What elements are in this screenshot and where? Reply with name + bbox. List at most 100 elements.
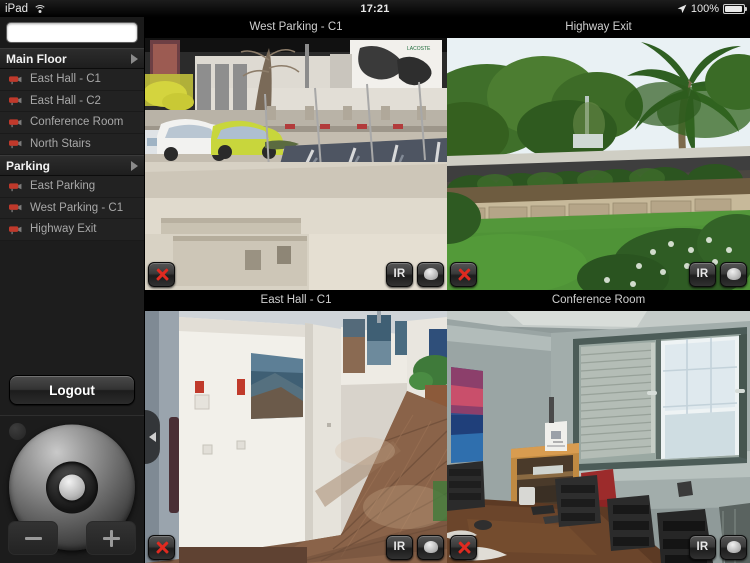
- group-label: Parking: [6, 158, 51, 173]
- video-controls-right: IR: [386, 261, 444, 287]
- camera-icon: [9, 226, 22, 234]
- group-header-main-floor[interactable]: Main Floor: [0, 48, 144, 69]
- video-controls-right: IR: [689, 261, 747, 287]
- record-button[interactable]: [417, 534, 444, 560]
- ptz-joystick-well: [46, 460, 98, 513]
- video-title: Conference Room: [447, 290, 750, 311]
- search-input[interactable]: [6, 22, 138, 43]
- video-cell-conference-room[interactable]: Conference Room IR: [447, 290, 750, 563]
- video-controls-right: IR: [386, 534, 444, 560]
- ir-button[interactable]: IR: [689, 261, 716, 287]
- video-stream-west-parking-c1[interactable]: LACOSTE: [145, 38, 447, 290]
- video-cell-east-hall-c1[interactable]: East Hall - C1 IR: [145, 290, 447, 563]
- sidebar: Main Floor East Hall - C1 East Hall - C2: [0, 17, 145, 563]
- wifi-icon: [33, 4, 47, 14]
- panel-collapse-handle[interactable]: [145, 410, 160, 464]
- sidebar-item-label: East Hall - C2: [30, 94, 101, 107]
- video-controls-west-parking-c1: IR: [145, 260, 447, 290]
- status-bar-left: iPad: [0, 3, 200, 15]
- zoom-controls: [8, 519, 136, 557]
- chevron-left-icon: [149, 432, 156, 442]
- camera-icon: [9, 119, 22, 127]
- sidebar-item-west-parking-c1[interactable]: West Parking - C1: [0, 197, 144, 219]
- camera-icon: [9, 76, 22, 84]
- video-stream-conference-room[interactable]: [447, 311, 750, 563]
- sidebar-item-conference-room[interactable]: Conference Room: [0, 112, 144, 134]
- ir-button[interactable]: IR: [689, 534, 716, 560]
- camera-tree: Main Floor East Hall - C1 East Hall - C2: [0, 48, 144, 241]
- video-grid: West Parking - C1 LACOSTE IR Highway Exi…: [145, 17, 750, 563]
- video-cell-highway-exit[interactable]: Highway Exit IR: [447, 17, 750, 290]
- minus-icon: [24, 530, 42, 547]
- ptz-joystick-panel: [0, 415, 144, 563]
- ptz-indicator-dot: [9, 423, 26, 440]
- video-controls-east-hall-c1: IR: [145, 533, 447, 563]
- video-frame-parking-lot: LACOSTE: [145, 38, 447, 290]
- location-arrow-icon: [677, 4, 687, 13]
- group-header-parking[interactable]: Parking: [0, 155, 144, 176]
- video-title: West Parking - C1: [145, 17, 447, 38]
- sidebar-spacer: [0, 240, 144, 367]
- status-bar: iPad 17:21 100%: [0, 0, 750, 17]
- record-button[interactable]: [720, 261, 747, 287]
- battery-icon: [723, 3, 747, 14]
- sidebar-item-north-stairs[interactable]: North Stairs: [0, 133, 144, 155]
- status-bar-time: 17:21: [360, 2, 390, 15]
- close-icon: [155, 267, 169, 281]
- video-controls-conference-room: IR: [447, 533, 750, 563]
- sidebar-item-label: East Parking: [30, 180, 96, 193]
- video-controls-highway-exit: IR: [447, 260, 750, 290]
- record-button[interactable]: [417, 261, 444, 287]
- close-button[interactable]: [148, 534, 175, 560]
- record-icon: [423, 541, 438, 553]
- video-stream-highway-exit[interactable]: [447, 38, 750, 290]
- chevron-right-icon: [131, 160, 138, 171]
- sidebar-item-east-hall-c2[interactable]: East Hall - C2: [0, 90, 144, 112]
- plus-icon: [102, 529, 120, 547]
- close-button[interactable]: [148, 261, 175, 287]
- record-icon: [423, 268, 438, 280]
- device-name: iPad: [5, 2, 29, 15]
- zoom-in-button[interactable]: [86, 521, 136, 555]
- close-icon: [457, 267, 471, 281]
- close-icon: [457, 540, 471, 554]
- video-frame-hallway: [145, 311, 447, 563]
- record-icon: [726, 268, 741, 280]
- zoom-out-button[interactable]: [8, 521, 58, 555]
- video-title: East Hall - C1: [145, 290, 447, 311]
- video-frame-garden: [447, 38, 750, 290]
- chevron-right-icon: [131, 53, 138, 64]
- ptz-joystick-knob[interactable]: [59, 473, 85, 500]
- video-title: Highway Exit: [447, 17, 750, 38]
- video-frame-conference-room: [447, 311, 750, 563]
- camera-icon: [9, 183, 22, 191]
- camera-icon: [9, 204, 22, 213]
- record-icon: [726, 541, 741, 553]
- sidebar-item-label: West Parking - C1: [30, 201, 124, 214]
- close-button[interactable]: [450, 261, 477, 287]
- record-button[interactable]: [720, 534, 747, 560]
- svg-text:LACOSTE: LACOSTE: [407, 46, 431, 52]
- logout-button[interactable]: Logout: [9, 375, 135, 405]
- close-button[interactable]: [450, 534, 477, 560]
- sidebar-item-label: East Hall - C1: [30, 73, 101, 86]
- logout-container: Logout: [0, 367, 144, 415]
- battery-percent: 100%: [690, 2, 719, 15]
- sidebar-item-highway-exit[interactable]: Highway Exit: [0, 219, 144, 241]
- sidebar-item-east-hall-c1[interactable]: East Hall - C1: [0, 69, 144, 91]
- status-bar-right: 100%: [550, 3, 750, 15]
- app-root: iPad 17:21 100% Main Floor East Hall - C…: [0, 0, 750, 563]
- video-cell-west-parking-c1[interactable]: West Parking - C1 LACOSTE IR: [145, 17, 447, 290]
- video-stream-east-hall-c1[interactable]: [145, 311, 447, 563]
- camera-icon: [9, 140, 22, 149]
- sidebar-item-label: North Stairs: [30, 137, 91, 150]
- search-container: [0, 17, 144, 48]
- ir-button[interactable]: IR: [386, 534, 413, 560]
- camera-icon: [9, 97, 22, 106]
- sidebar-item-label: Highway Exit: [30, 223, 97, 236]
- ir-button[interactable]: IR: [386, 261, 413, 287]
- video-controls-right: IR: [689, 534, 747, 560]
- close-icon: [155, 540, 169, 554]
- sidebar-item-east-parking[interactable]: East Parking: [0, 176, 144, 198]
- group-label: Main Floor: [6, 51, 67, 66]
